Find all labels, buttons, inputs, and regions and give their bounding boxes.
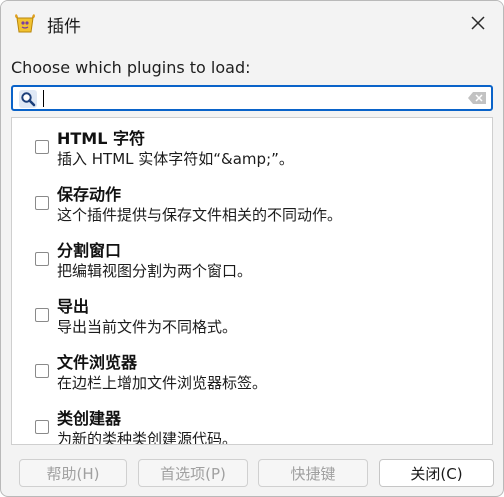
close-window-button[interactable] — [463, 9, 493, 37]
plugin-item[interactable]: 导出 导出当前文件为不同格式。 — [12, 286, 492, 342]
search-input[interactable] — [43, 88, 463, 108]
plugin-item[interactable]: 分割窗口 把编辑视图分割为两个窗口。 — [12, 230, 492, 286]
plugin-name: 保存动作 — [57, 185, 122, 204]
plugin-checkbox[interactable] — [35, 140, 49, 154]
help-button[interactable]: 帮助(H) — [19, 459, 127, 487]
plugin-item[interactable]: 文件浏览器 在边栏上增加文件浏览器标签。 — [12, 342, 492, 398]
plugin-name: HTML 字符 — [57, 129, 145, 148]
close-button[interactable]: 关闭(C) — [379, 459, 494, 487]
preferences-button[interactable]: 首选项(P) — [138, 459, 248, 487]
title-bar: 插件 — [1, 1, 503, 45]
plugin-description: 为新的类种类创建源代码。 — [57, 430, 238, 445]
plugin-checkbox[interactable] — [35, 252, 49, 266]
plugin-item[interactable]: 保存动作 这个插件提供与保存文件相关的不同动作。 — [12, 174, 492, 230]
plugin-description: 插入 HTML 实体字符如“&amp;”。 — [57, 150, 294, 168]
search-box[interactable] — [11, 85, 493, 111]
plugin-prompt-label: Choose which plugins to load: — [11, 58, 251, 77]
shortcuts-button[interactable]: 快捷键 — [258, 459, 368, 487]
plugin-description: 导出当前文件为不同格式。 — [57, 318, 238, 336]
plugin-checkbox[interactable] — [35, 308, 49, 322]
search-icon — [19, 90, 37, 108]
pidgin-plugin-icon — [15, 14, 35, 33]
plugin-dialog: 插件 Choose which plugins to load: HTML 字符… — [0, 0, 504, 497]
plugin-name: 分割窗口 — [57, 241, 122, 260]
text-caret — [43, 90, 44, 107]
window-title: 插件 — [47, 17, 81, 37]
plugin-checkbox[interactable] — [35, 420, 49, 434]
plugin-name: 导出 — [57, 297, 90, 316]
plugin-name: 类创建器 — [57, 409, 122, 428]
plugin-description: 在边栏上增加文件浏览器标签。 — [57, 374, 268, 392]
plugin-list[interactable]: HTML 字符 插入 HTML 实体字符如“&amp;”。 保存动作 这个插件提… — [11, 117, 493, 445]
plugin-item[interactable]: HTML 字符 插入 HTML 实体字符如“&amp;”。 — [12, 118, 492, 174]
plugin-checkbox[interactable] — [35, 364, 49, 378]
plugin-checkbox[interactable] — [35, 196, 49, 210]
plugin-item[interactable]: 类创建器 为新的类种类创建源代码。 — [12, 398, 492, 445]
plugin-description: 把编辑视图分割为两个窗口。 — [57, 262, 253, 280]
plugin-name: 文件浏览器 — [57, 353, 138, 372]
clear-search-icon[interactable] — [468, 92, 486, 104]
plugin-description: 这个插件提供与保存文件相关的不同动作。 — [57, 206, 343, 224]
close-icon — [471, 16, 485, 30]
